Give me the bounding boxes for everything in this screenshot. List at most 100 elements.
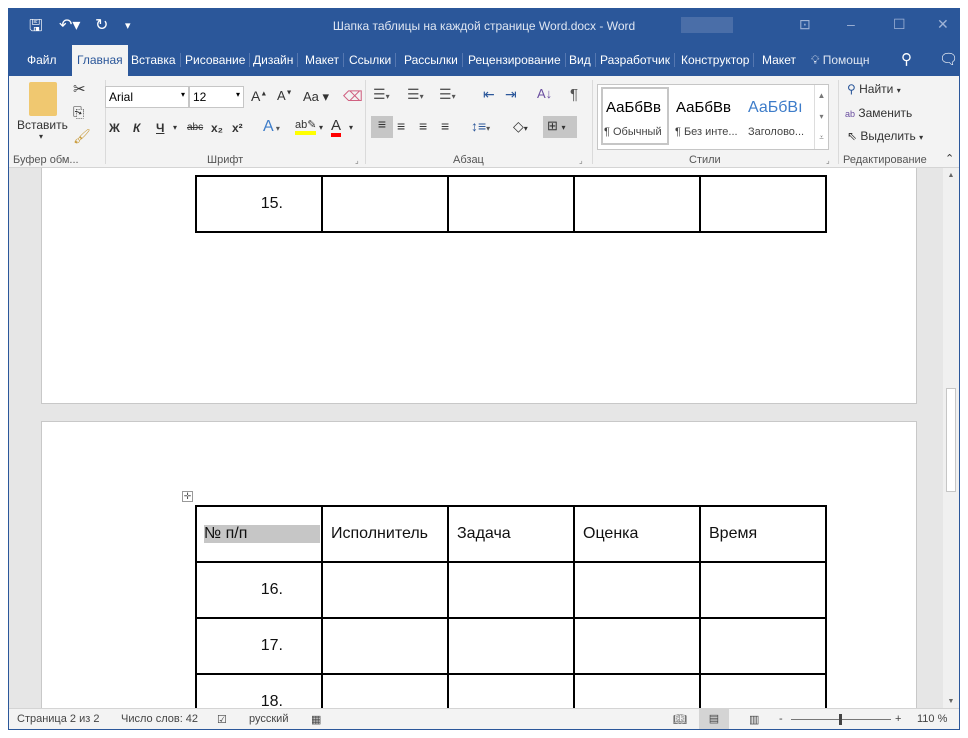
- font-size-select[interactable]: 12 ▾: [189, 86, 244, 108]
- superscript-button[interactable]: x²: [232, 121, 243, 135]
- tab-review[interactable]: Рецензирование: [468, 53, 566, 67]
- maximize-button[interactable]: ☐: [893, 16, 906, 33]
- tab-mailings[interactable]: Рассылки: [404, 53, 463, 67]
- lightbulb-icon: 💡︎: [811, 53, 820, 67]
- font-color-dropdown-icon[interactable]: ▾: [349, 123, 353, 132]
- underline-button[interactable]: Ч: [156, 121, 164, 135]
- tab-view[interactable]: Вид: [569, 53, 596, 67]
- decrease-indent-icon[interactable]: ⇤: [483, 86, 495, 103]
- align-center-button[interactable]: ≡: [397, 118, 405, 134]
- header-cell[interactable]: Задача: [447, 505, 575, 563]
- table-page-1: 15.: [195, 175, 827, 233]
- font-name-select[interactable]: Arial ▾: [105, 86, 189, 108]
- zoom-level[interactable]: 110 %: [917, 713, 947, 725]
- font-color-button[interactable]: A: [331, 118, 342, 137]
- minimize-button[interactable]: –: [847, 16, 855, 32]
- word-window: 🖫 ↶▾ ↻ ▾ Шапка таблицы на каждой страниц…: [8, 8, 960, 730]
- collapse-ribbon-icon[interactable]: ⌃: [945, 152, 954, 165]
- style-heading[interactable]: АаБбВı Заголово...: [746, 87, 812, 145]
- ribbon-tabs: Файл Главная Вставка Рисование Дизайн Ма…: [9, 45, 959, 112]
- justify-button[interactable]: ≡: [441, 118, 449, 134]
- multilevel-list-button[interactable]: ☰▾: [439, 86, 456, 103]
- styles-dialog-launcher[interactable]: ⌟: [826, 156, 830, 165]
- page-2: ✛ № п/п Исполнитель Задача Оценка Время …: [41, 421, 917, 708]
- comments-icon[interactable]: 🗨︎: [939, 50, 958, 68]
- numbering-button[interactable]: ☰▾: [407, 86, 424, 103]
- read-mode-icon[interactable]: 📖︎: [673, 713, 687, 726]
- select-button[interactable]: ⇖ Выделить ▾: [847, 129, 923, 143]
- table-move-handle-icon[interactable]: ✛: [182, 491, 193, 502]
- bullets-button[interactable]: ☰▾: [373, 86, 390, 103]
- vertical-scrollbar[interactable]: ▲ ▼: [943, 168, 959, 708]
- header-cell[interactable]: Время: [699, 505, 827, 563]
- subscript-button[interactable]: x₂: [211, 121, 223, 135]
- scroll-up-icon[interactable]: ▲: [943, 172, 959, 179]
- header-cell[interactable]: Оценка: [573, 505, 701, 563]
- find-button[interactable]: ⚲ Найти ▾: [847, 82, 901, 96]
- align-left-button[interactable]: ≡: [371, 116, 393, 138]
- web-layout-icon[interactable]: ▥: [749, 713, 759, 726]
- grow-font-button[interactable]: A▲: [251, 88, 267, 104]
- style-normal[interactable]: АаБбВв ¶ Обычный: [601, 87, 669, 145]
- shading-button[interactable]: ◇▾: [513, 118, 528, 135]
- tab-file[interactable]: Файл: [27, 53, 57, 67]
- styles-scroll[interactable]: ▲ ▾ ⩡: [814, 85, 828, 149]
- tab-table-design[interactable]: Конструктор: [681, 53, 755, 67]
- zoom-out-button[interactable]: -: [779, 713, 783, 725]
- line-spacing-button[interactable]: ↕≡▾: [471, 118, 490, 134]
- align-right-button[interactable]: ≡: [419, 118, 427, 134]
- cut-icon[interactable]: ✂: [73, 80, 86, 98]
- share-icon[interactable]: ⚲: [901, 50, 912, 68]
- page-count[interactable]: Страница 2 из 2: [17, 713, 99, 725]
- clear-formatting-icon[interactable]: ⌫: [343, 88, 363, 105]
- scroll-down-icon[interactable]: ▼: [943, 698, 959, 705]
- bold-button[interactable]: Ж: [109, 121, 120, 135]
- styles-gallery: АаБбВв ¶ Обычный АаБбВв ¶ Без инте... Аа…: [597, 84, 829, 150]
- zoom-slider[interactable]: [791, 714, 891, 725]
- font-dialog-launcher[interactable]: ⌟: [355, 156, 359, 165]
- tab-table-layout[interactable]: Макет: [762, 53, 796, 67]
- word-count[interactable]: Число слов: 42: [121, 713, 198, 725]
- zoom-slider-thumb[interactable]: [839, 714, 842, 725]
- italic-button[interactable]: К: [133, 121, 140, 135]
- copy-icon[interactable]: ⎘: [73, 104, 84, 121]
- show-formatting-button[interactable]: ¶: [570, 86, 578, 103]
- format-painter-icon[interactable]: 🖌︎: [73, 128, 91, 145]
- borders-button[interactable]: ⊞ ▾: [543, 116, 577, 138]
- proofing-icon[interactable]: ☑: [217, 713, 227, 726]
- underline-dropdown-icon[interactable]: ▾: [173, 123, 177, 132]
- paste-dropdown-icon[interactable]: ▾: [39, 132, 43, 141]
- tab-draw[interactable]: Рисование: [185, 53, 251, 67]
- paste-icon[interactable]: [29, 82, 57, 116]
- tell-me[interactable]: 💡︎ Помощн: [811, 53, 869, 68]
- replace-button[interactable]: ab Заменить: [845, 106, 912, 120]
- strikethrough-button[interactable]: abc: [187, 122, 203, 133]
- highlight-dropdown-icon[interactable]: ▾: [319, 123, 323, 132]
- header-cell[interactable]: Исполнитель: [321, 505, 449, 563]
- tab-layout[interactable]: Макет: [305, 53, 344, 67]
- close-button[interactable]: ✕: [937, 16, 949, 33]
- sort-icon[interactable]: A↓: [537, 86, 552, 101]
- table-row: 18.: [195, 673, 827, 708]
- print-layout-icon[interactable]: ▤: [699, 709, 729, 729]
- zoom-in-button[interactable]: +: [895, 713, 901, 725]
- paragraph-dialog-launcher[interactable]: ⌟: [579, 156, 583, 165]
- paste-button[interactable]: Вставить: [17, 118, 68, 132]
- style-no-spacing[interactable]: АаБбВв ¶ Без инте...: [672, 87, 744, 145]
- increase-indent-icon[interactable]: ⇥: [505, 86, 517, 103]
- highlight-color-button[interactable]: ab✎: [295, 118, 317, 135]
- tab-design[interactable]: Дизайн: [253, 53, 299, 67]
- text-effects-button[interactable]: A ▾: [263, 118, 280, 136]
- change-case-button[interactable]: Aa ▾: [303, 89, 329, 105]
- page-1: 15.: [41, 168, 917, 404]
- title-bar: 🖫 ↶▾ ↻ ▾ Шапка таблицы на каждой страниц…: [9, 9, 959, 45]
- language[interactable]: русский: [249, 713, 288, 725]
- macro-icon[interactable]: ▦: [311, 713, 321, 726]
- tab-home[interactable]: Главная: [72, 45, 128, 76]
- tab-insert[interactable]: Вставка: [131, 53, 181, 67]
- tab-references[interactable]: Ссылки: [349, 53, 397, 67]
- ribbon-display-icon[interactable]: ⊡: [799, 16, 811, 33]
- shrink-font-button[interactable]: A▼: [277, 88, 293, 103]
- tab-developer[interactable]: Разработчик: [600, 53, 675, 67]
- scroll-thumb[interactable]: [946, 388, 956, 492]
